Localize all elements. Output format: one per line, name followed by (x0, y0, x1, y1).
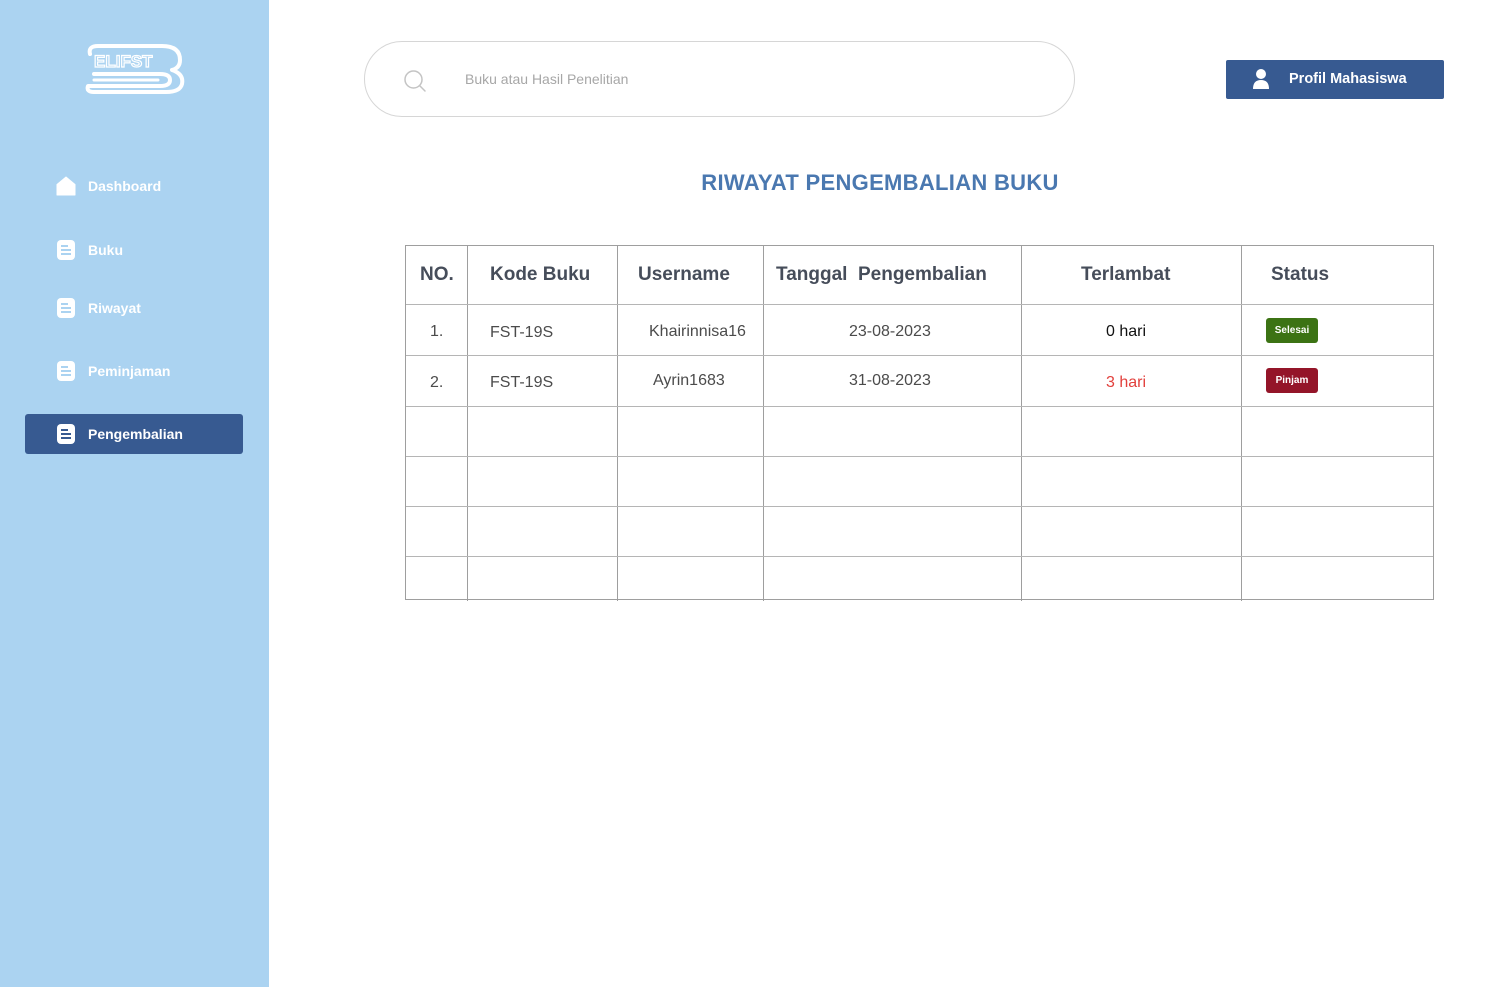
search-icon (403, 69, 427, 93)
column-header-terlambat: Terlambat (1081, 264, 1171, 285)
returns-table: NO. Kode Buku Username Tanggal Pengembal… (405, 245, 1434, 601)
row-divider (406, 556, 1433, 557)
column-header-kode-buku: Kode Buku (490, 264, 591, 285)
home-icon (56, 176, 76, 196)
sidebar-item-peminjaman[interactable]: Peminjaman (25, 351, 243, 391)
search-bar[interactable] (364, 41, 1075, 117)
sidebar-item-pengembalian[interactable]: Pengembalian (25, 414, 243, 454)
column-header-tanggal-pengembalian: Tanggal Pengembalian (776, 264, 987, 285)
user-icon (1251, 68, 1271, 90)
document-icon (56, 298, 76, 318)
table-cell-kode: FST-19S (490, 324, 554, 341)
table-cell-tanggal: 23-08-2023 (849, 323, 931, 340)
profile-button[interactable]: Profil Mahasiswa (1226, 60, 1444, 99)
column-header-status: Status (1271, 264, 1330, 285)
document-icon (56, 424, 76, 444)
sidebar-item-dashboard[interactable]: Dashboard (25, 166, 243, 206)
row-divider (406, 355, 1433, 356)
document-icon (56, 361, 76, 381)
sidebar: ELIFST Dashboard Buku Riwayat Peminjaman… (0, 0, 269, 987)
sidebar-item-label: Riwayat (88, 300, 141, 316)
table-cell-terlambat: 3 hari (1106, 374, 1147, 391)
table-cell-username: Ayrin1683 (653, 372, 725, 389)
column-divider (1241, 246, 1242, 601)
table-cell-no: 2. (430, 374, 444, 391)
profile-button-label: Profil Mahasiswa (1289, 71, 1407, 87)
column-divider (467, 246, 468, 601)
column-divider (1021, 246, 1022, 601)
column-divider (763, 246, 764, 601)
logo-icon: ELIFST (85, 44, 185, 94)
sidebar-item-label: Buku (88, 242, 123, 258)
sidebar-item-label: Pengembalian (88, 426, 183, 442)
table-cell-tanggal: 31-08-2023 (849, 372, 931, 389)
document-icon (56, 240, 76, 260)
sidebar-item-label: Dashboard (88, 178, 162, 194)
table-cell-terlambat: 0 hari (1106, 323, 1147, 340)
column-header-username: Username (638, 264, 730, 285)
column-divider (617, 246, 618, 601)
row-divider (406, 506, 1433, 507)
table-cell-kode: FST-19S (490, 374, 554, 391)
search-input[interactable] (465, 64, 1025, 94)
row-divider (406, 304, 1433, 305)
table-cell-username: Khairinnisa16 (649, 323, 746, 340)
sidebar-item-label: Peminjaman (88, 363, 171, 379)
app-window: ELIFST Dashboard Buku Riwayat Peminjaman… (0, 0, 1512, 987)
column-header-no: NO. (420, 264, 454, 285)
page-title: RIWAYAT PENGEMBALIAN BUKU (701, 170, 1059, 195)
status-badge: Selesai (1266, 318, 1318, 343)
status-badge: Pinjam (1266, 368, 1318, 393)
sidebar-item-buku[interactable]: Buku (25, 230, 243, 270)
sidebar-item-riwayat[interactable]: Riwayat (25, 288, 243, 328)
row-divider (406, 456, 1433, 457)
svg-text:ELIFST: ELIFST (94, 52, 153, 71)
row-divider (406, 406, 1433, 407)
table-cell-no: 1. (430, 323, 444, 340)
app-logo[interactable]: ELIFST (84, 40, 186, 96)
